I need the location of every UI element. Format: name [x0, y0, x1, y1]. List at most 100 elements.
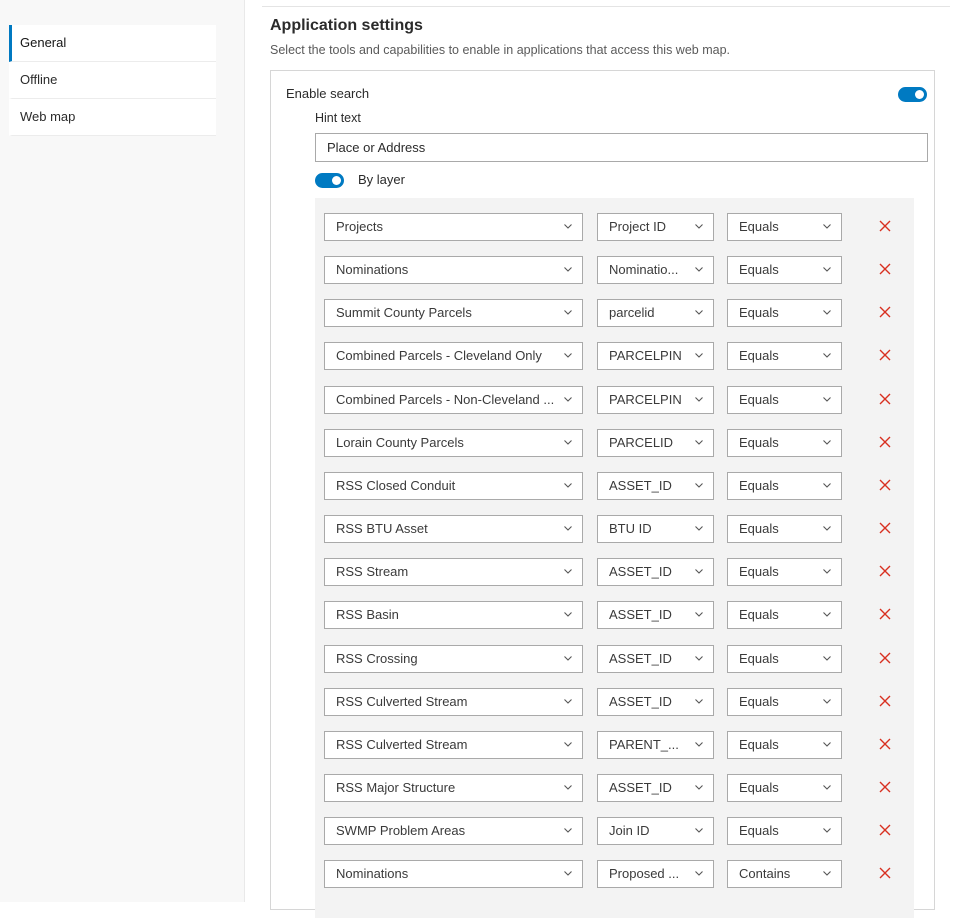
field-select[interactable]: ASSET_ID — [597, 601, 714, 629]
sidebar-item-offline[interactable]: Offline — [9, 62, 216, 99]
layer-select[interactable]: RSS Stream — [324, 558, 583, 586]
layer-select[interactable]: Combined Parcels - Non-Cleveland ... — [324, 386, 583, 414]
side-nav: General Offline Web map — [9, 25, 216, 136]
operator-select[interactable]: Equals — [727, 386, 842, 414]
operator-select[interactable]: Equals — [727, 213, 842, 241]
delete-row-icon[interactable] — [878, 823, 892, 837]
sidebar-item-general[interactable]: General — [9, 25, 216, 62]
layer-row: Lorain County Parcels PARCELID Equals — [324, 429, 904, 459]
delete-row-icon[interactable] — [878, 478, 892, 492]
operator-select[interactable]: Contains — [727, 860, 842, 888]
sidebar-item-web-map[interactable]: Web map — [9, 99, 216, 136]
operator-select[interactable]: Equals — [727, 688, 842, 716]
operator-select[interactable]: Equals — [727, 601, 842, 629]
layer-select[interactable]: Projects — [324, 213, 583, 241]
delete-row-icon[interactable] — [878, 262, 892, 276]
delete-row-icon[interactable] — [878, 348, 892, 362]
layer-select[interactable]: RSS Closed Conduit — [324, 472, 583, 500]
hint-text-input[interactable]: Place or Address — [315, 133, 928, 162]
delete-row-icon[interactable] — [878, 651, 892, 665]
field-select[interactable]: ASSET_ID — [597, 774, 714, 802]
delete-row-icon[interactable] — [878, 392, 892, 406]
by-layer-toggle[interactable] — [315, 173, 344, 188]
layer-select[interactable]: RSS Culverted Stream — [324, 688, 583, 716]
operator-select[interactable]: Equals — [727, 558, 842, 586]
field-select[interactable]: PARCELPIN — [597, 386, 714, 414]
operator-select[interactable]: Equals — [727, 645, 842, 673]
operator-select[interactable]: Equals — [727, 515, 842, 543]
field-select[interactable]: Join ID — [597, 817, 714, 845]
delete-row-icon[interactable] — [878, 564, 892, 578]
layer-row: SWMP Problem Areas Join ID Equals — [324, 817, 904, 847]
field-select[interactable]: Proposed ... — [597, 860, 714, 888]
field-select[interactable]: PARCELID — [597, 429, 714, 457]
layer-row: Nominations Proposed ... Contains — [324, 860, 904, 890]
field-select[interactable]: ASSET_ID — [597, 558, 714, 586]
field-select[interactable]: ASSET_ID — [597, 688, 714, 716]
delete-row-icon[interactable] — [878, 219, 892, 233]
chevron-down-icon — [564, 397, 572, 402]
operator-select[interactable]: Equals — [727, 429, 842, 457]
chevron-down-icon — [564, 871, 572, 876]
delete-row-icon[interactable] — [878, 780, 892, 794]
chevron-down-icon — [695, 828, 703, 833]
layer-select[interactable]: Lorain County Parcels — [324, 429, 583, 457]
operator-select[interactable]: Equals — [727, 731, 842, 759]
delete-row-icon[interactable] — [878, 521, 892, 535]
layer-row: Combined Parcels - Cleveland Only PARCELP… — [324, 342, 904, 372]
operator-select[interactable]: Equals — [727, 472, 842, 500]
field-select[interactable]: ASSET_ID — [597, 645, 714, 673]
layer-select-value: RSS Stream — [336, 564, 409, 579]
field-select[interactable]: PARENT_... — [597, 731, 714, 759]
operator-select[interactable]: Equals — [727, 817, 842, 845]
layer-select[interactable]: Nominations — [324, 256, 583, 284]
layer-select[interactable]: RSS Major Structure — [324, 774, 583, 802]
delete-row-icon[interactable] — [878, 305, 892, 319]
layer-search-list: Projects Project ID Equals Nominations Nomin… — [315, 198, 914, 918]
chevron-down-icon — [564, 526, 572, 531]
chevron-down-icon — [823, 742, 831, 747]
operator-select[interactable]: Equals — [727, 299, 842, 327]
field-select[interactable]: parcelid — [597, 299, 714, 327]
field-select[interactable]: Project ID — [597, 213, 714, 241]
delete-row-icon[interactable] — [878, 866, 892, 880]
enable-search-label: Enable search — [286, 86, 370, 101]
layer-row: RSS BTU Asset BTU ID Equals — [324, 515, 904, 545]
chevron-down-icon — [564, 569, 572, 574]
toggle-knob — [332, 176, 341, 185]
delete-row-icon[interactable] — [878, 607, 892, 621]
delete-row-icon[interactable] — [878, 737, 892, 751]
operator-select[interactable]: Equals — [727, 342, 842, 370]
chevron-down-icon — [695, 569, 703, 574]
chevron-down-icon — [695, 612, 703, 617]
layer-select[interactable]: RSS Crossing — [324, 645, 583, 673]
layer-select-value: Combined Parcels - Non-Cleveland ... — [336, 392, 555, 407]
field-select[interactable]: BTU ID — [597, 515, 714, 543]
layer-select[interactable]: RSS BTU Asset — [324, 515, 583, 543]
chevron-down-icon — [823, 397, 831, 402]
layer-select[interactable]: RSS Culverted Stream — [324, 731, 583, 759]
layer-select[interactable]: Combined Parcels - Cleveland Only — [324, 342, 583, 370]
chevron-down-icon — [823, 353, 831, 358]
delete-row-icon[interactable] — [878, 435, 892, 449]
field-select[interactable]: PARCELPIN — [597, 342, 714, 370]
operator-select[interactable]: Equals — [727, 774, 842, 802]
chevron-down-icon — [695, 871, 703, 876]
layer-select-value: RSS BTU Asset — [336, 521, 428, 536]
field-select[interactable]: Nominatio... — [597, 256, 714, 284]
layer-select-value: RSS Major Structure — [336, 780, 456, 795]
operator-select[interactable]: Equals — [727, 256, 842, 284]
delete-row-icon[interactable] — [878, 694, 892, 708]
layer-select[interactable]: Summit County Parcels — [324, 299, 583, 327]
layer-select-value: RSS Crossing — [336, 651, 418, 666]
chevron-down-icon — [823, 526, 831, 531]
chevron-down-icon — [695, 310, 703, 315]
layer-select[interactable]: RSS Basin — [324, 601, 583, 629]
layer-select-value: SWMP Problem Areas — [336, 823, 466, 838]
layer-select[interactable]: SWMP Problem Areas — [324, 817, 583, 845]
chevron-down-icon — [823, 612, 831, 617]
field-select[interactable]: ASSET_ID — [597, 472, 714, 500]
layer-row: Projects Project ID Equals — [324, 213, 904, 243]
enable-search-toggle[interactable] — [898, 87, 927, 102]
layer-select[interactable]: Nominations — [324, 860, 583, 888]
